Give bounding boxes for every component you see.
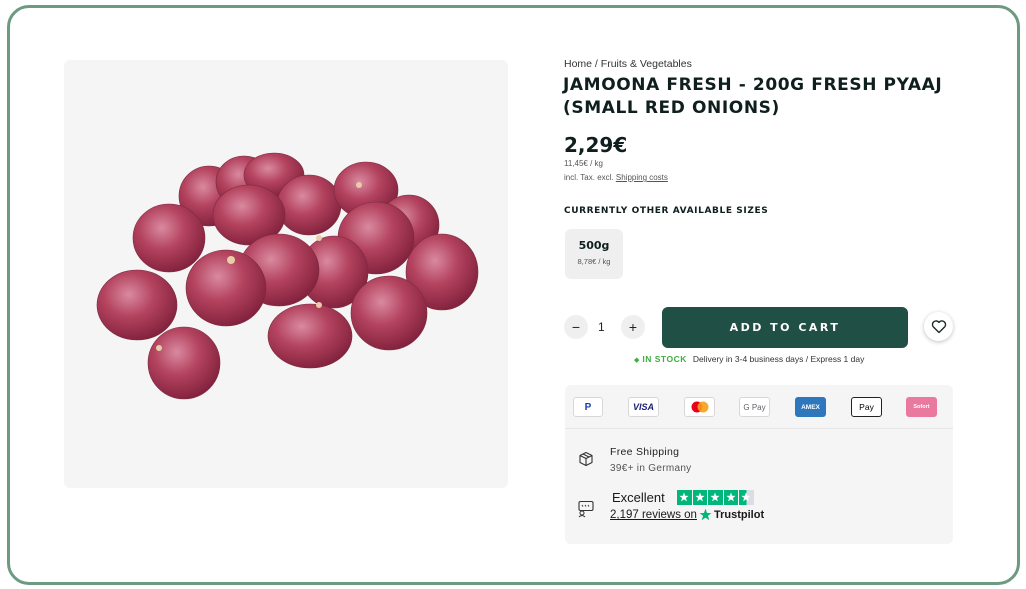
star-icon xyxy=(692,490,707,505)
payment-methods: P VISA G Pay AMEX Pay Sofort xyxy=(565,385,953,429)
star-icon xyxy=(677,490,692,505)
star-icon xyxy=(723,490,738,505)
reviews-icon xyxy=(577,500,595,523)
onions-image xyxy=(96,152,479,400)
breadcrumb: Home / Fruits & Vegetables xyxy=(564,58,692,70)
quantity-value[interactable]: 1 xyxy=(598,320,605,334)
google-pay-icon: G Pay xyxy=(739,397,770,417)
breadcrumb-separator: / xyxy=(592,58,601,70)
shipping-costs-link[interactable]: Shipping costs xyxy=(616,173,668,182)
size-unit-price: 8,78€ / kg xyxy=(577,257,611,266)
mastercard-icon xyxy=(684,397,715,417)
stock-dot-icon: ◆ xyxy=(634,357,640,364)
trustpilot-stars xyxy=(677,490,754,505)
tax-text: incl. Tax. excl. xyxy=(564,173,616,182)
apple-pay-icon: Pay xyxy=(851,397,882,417)
delivery-info: Delivery in 3-4 business days / Express … xyxy=(692,354,865,364)
tax-info: incl. Tax. excl. Shipping costs xyxy=(564,173,668,182)
unit-price: 11,45€ / kg xyxy=(564,159,603,168)
product-title: JAMOONA FRESH - 200G FRESH PYAAJ (SMALL … xyxy=(563,75,943,118)
amex-icon: AMEX xyxy=(795,397,826,417)
trustpilot-reviews-link[interactable]: 2,197 reviews on xyxy=(610,509,697,521)
product-image[interactable] xyxy=(64,60,508,488)
trustpilot-rating-text: Excellent xyxy=(612,490,665,505)
sizes-heading: CURRENTLY OTHER AVAILABLE SIZES xyxy=(564,206,769,216)
breadcrumb-category[interactable]: Fruits & Vegetables xyxy=(601,58,692,70)
stock-status: ◆ IN STOCK Delivery in 3-4 business days /… xyxy=(634,354,864,364)
half-star-icon xyxy=(739,490,754,505)
free-shipping-subtitle: 39€+ in Germany xyxy=(610,463,692,474)
stock-label: IN STOCK xyxy=(642,354,687,364)
star-icon xyxy=(708,490,723,505)
visa-icon: VISA xyxy=(628,397,659,417)
add-to-cart-button[interactable]: ADD TO CART xyxy=(662,307,908,348)
sofort-icon: Sofort xyxy=(906,397,937,417)
trustpilot-star-icon xyxy=(699,508,712,521)
trustpilot-brand: Trustpilot xyxy=(699,508,764,521)
breadcrumb-home[interactable]: Home xyxy=(564,58,592,70)
free-shipping-title: Free Shipping xyxy=(610,446,680,458)
size-label: 500g xyxy=(578,239,610,252)
product-price: 2,29€ xyxy=(564,133,628,157)
size-option-500g[interactable]: 500g 8,78€ / kg xyxy=(565,229,623,279)
wishlist-button[interactable] xyxy=(924,312,953,341)
box-icon xyxy=(578,451,594,472)
quantity-decrease-button[interactable]: − xyxy=(564,315,588,339)
quantity-increase-button[interactable]: + xyxy=(621,315,645,339)
heart-icon xyxy=(931,320,946,334)
trustpilot-brand-text: Trustpilot xyxy=(714,508,765,521)
paypal-icon: P xyxy=(573,397,603,417)
